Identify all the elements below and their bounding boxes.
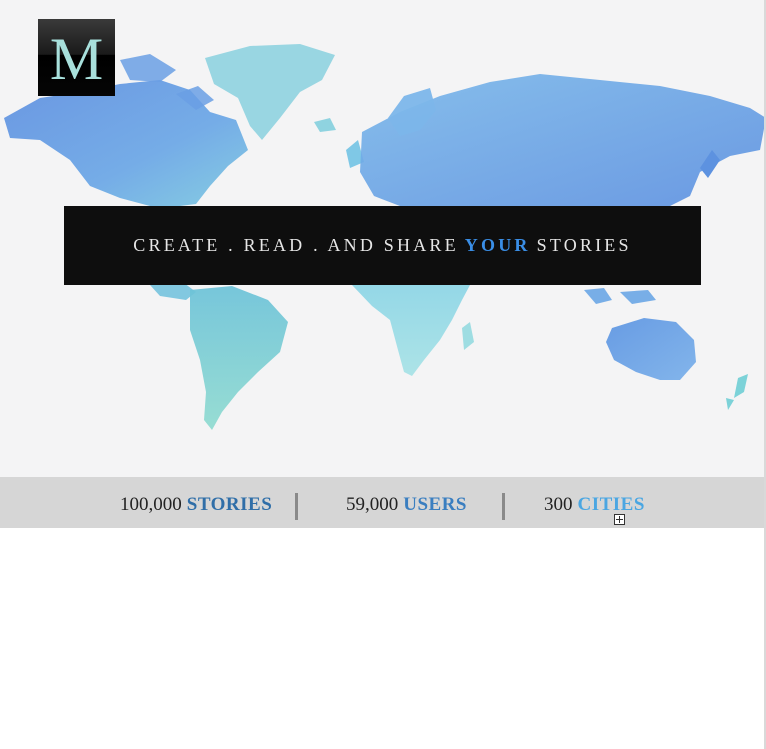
stat-cities: 300 CITIES bbox=[544, 494, 645, 516]
stats-bar: 100,000 STORIES 59,000 USERS 300 CITIES bbox=[0, 477, 766, 528]
logo-letter: M bbox=[49, 25, 104, 92]
stat-label: STORIES bbox=[186, 494, 273, 515]
tagline-banner: CREATE . READ . AND SHARE YOUR STORIES bbox=[64, 206, 701, 285]
stat-number: 300 bbox=[544, 494, 573, 515]
tagline-highlight: YOUR bbox=[464, 235, 531, 255]
hero-section: M CREATE . READ . AND SHARE YOUR STORIES bbox=[0, 0, 766, 477]
stat-number: 59,000 bbox=[346, 494, 399, 515]
tagline-text-end: STORIES bbox=[536, 235, 632, 255]
stat-number: 100,000 bbox=[120, 494, 182, 515]
tagline-text: CREATE . READ . AND SHARE bbox=[133, 235, 459, 255]
stat-stories: 100,000 STORIES bbox=[120, 494, 272, 516]
stat-divider bbox=[295, 493, 298, 520]
site-logo[interactable]: M bbox=[38, 19, 115, 96]
stat-divider bbox=[502, 493, 505, 520]
expand-plus-icon[interactable] bbox=[614, 514, 625, 525]
stat-label: CITIES bbox=[577, 494, 645, 515]
stat-users: 59,000 USERS bbox=[346, 494, 467, 516]
stat-label: USERS bbox=[403, 494, 467, 515]
